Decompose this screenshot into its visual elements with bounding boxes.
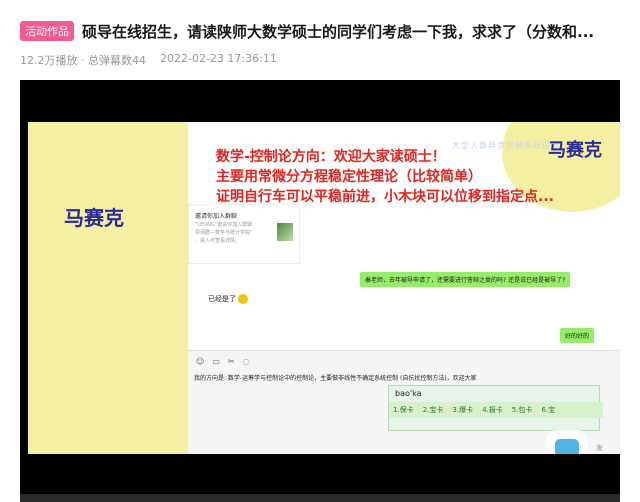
ime-candidate[interactable]: 1.保卡 <box>393 405 414 415</box>
card-image <box>277 223 293 241</box>
watermark: 大型人群异步控制系统设计 <box>452 141 560 150</box>
slide-line-3: 证明自行车可以平稳前进，小木块可以位移到指定点... <box>216 189 554 205</box>
folder-icon[interactable]: ▭ <box>212 357 220 366</box>
smile-emoji-icon <box>238 294 249 304</box>
ime-typed-text: bao'ka <box>395 389 422 398</box>
slide-line-1: 数学-控制论方向：欢迎大家读硕士！ <box>216 149 446 165</box>
card-title: 邀请你加入群聊 <box>195 213 238 220</box>
player-control-bar[interactable] <box>20 494 620 502</box>
left-name: 马赛克 <box>64 206 124 230</box>
left-panel: 马赛克 <box>28 122 188 454</box>
ime-candidate[interactable]: 5.包卡 <box>512 405 533 415</box>
scissors-icon[interactable]: ✂ <box>228 357 235 366</box>
reply-text: 已经是了 <box>208 295 236 303</box>
card-line-1: "LEONG"邀请你加入群聊 <box>195 222 253 228</box>
ime-candidate[interactable]: 4.报卡 <box>482 405 503 415</box>
ime-candidate[interactable]: 2.宝卡 <box>423 405 444 415</box>
right-name: 马赛克 <box>548 140 602 161</box>
title-row: 活动作品 硕导在线招生，请读陕师大数学硕士的同学们考虑一下我，求求了（分数和..… <box>20 18 630 44</box>
send-button[interactable]: 发 <box>596 443 603 453</box>
chat-toolbar: ☺ ▭ ✂ ◌ <box>196 357 250 366</box>
bilibili-logo-icon <box>546 430 588 454</box>
chat-icon[interactable]: ◌ <box>243 357 250 366</box>
ime-candidate-box[interactable]: bao'ka 1.保卡 2.宝卡 3.爆卡 4.报卡 5.包卡 6.宝 <box>388 385 603 431</box>
publish-date: 2022-02-23 17:36:11 <box>159 52 277 65</box>
group-invite-card[interactable]: 邀请你加入群聊 "LEONG"邀请你加入群聊 导师群—数学与统计学院" ，进入可… <box>188 204 300 264</box>
video-meta: 12.2万播放 · 总弹幕数44 2022-02-23 17:36:11 <box>20 52 277 68</box>
ime-candidate[interactable]: 6.宝 <box>541 405 555 415</box>
play-count: 12.2万播放 · 总弹幕数44 <box>20 54 146 67</box>
bilibili-face-icon <box>555 439 579 454</box>
video-title: 硕导在线招生，请读陕师大数学硕士的同学们考虑一下我，求求了（分数和... <box>82 22 595 41</box>
chat-reply: 已经是了 <box>208 294 249 304</box>
card-line-3: ，进入可查看详情。 <box>195 238 241 244</box>
slide-line-2: 主要用常微分方程稳定性理论（比较简单） <box>216 169 482 185</box>
card-line-2: 导师群—数学与统计学院" <box>195 230 253 236</box>
video-frame: 马赛克 大型人群异步控制系统设计 马赛克 数学-控制论方向：欢迎大家读硕士！ 主… <box>28 122 620 454</box>
video-player[interactable]: 马赛克 大型人群异步控制系统设计 马赛克 数学-控制论方向：欢迎大家读硕士！ 主… <box>20 80 620 494</box>
ime-candidate[interactable]: 3.爆卡 <box>452 405 473 415</box>
activity-badge[interactable]: 活动作品 <box>20 21 74 41</box>
ime-candidates: 1.保卡 2.宝卡 3.爆卡 4.报卡 5.包卡 6.宝 <box>389 402 603 418</box>
chat-message-ok: 好的好的 <box>560 328 595 343</box>
chat-input-text[interactable]: 我的方向是: 数学-运筹学与控制论中的控制论，主要做非线性不确定系统控制 (自抗… <box>194 373 477 382</box>
emoji-icon[interactable]: ☺ <box>196 357 204 366</box>
chat-message-question: 秦老师，去年被导申请了，还需要进行答辩之类的吗? 还是说已经是被导了? <box>360 272 571 287</box>
